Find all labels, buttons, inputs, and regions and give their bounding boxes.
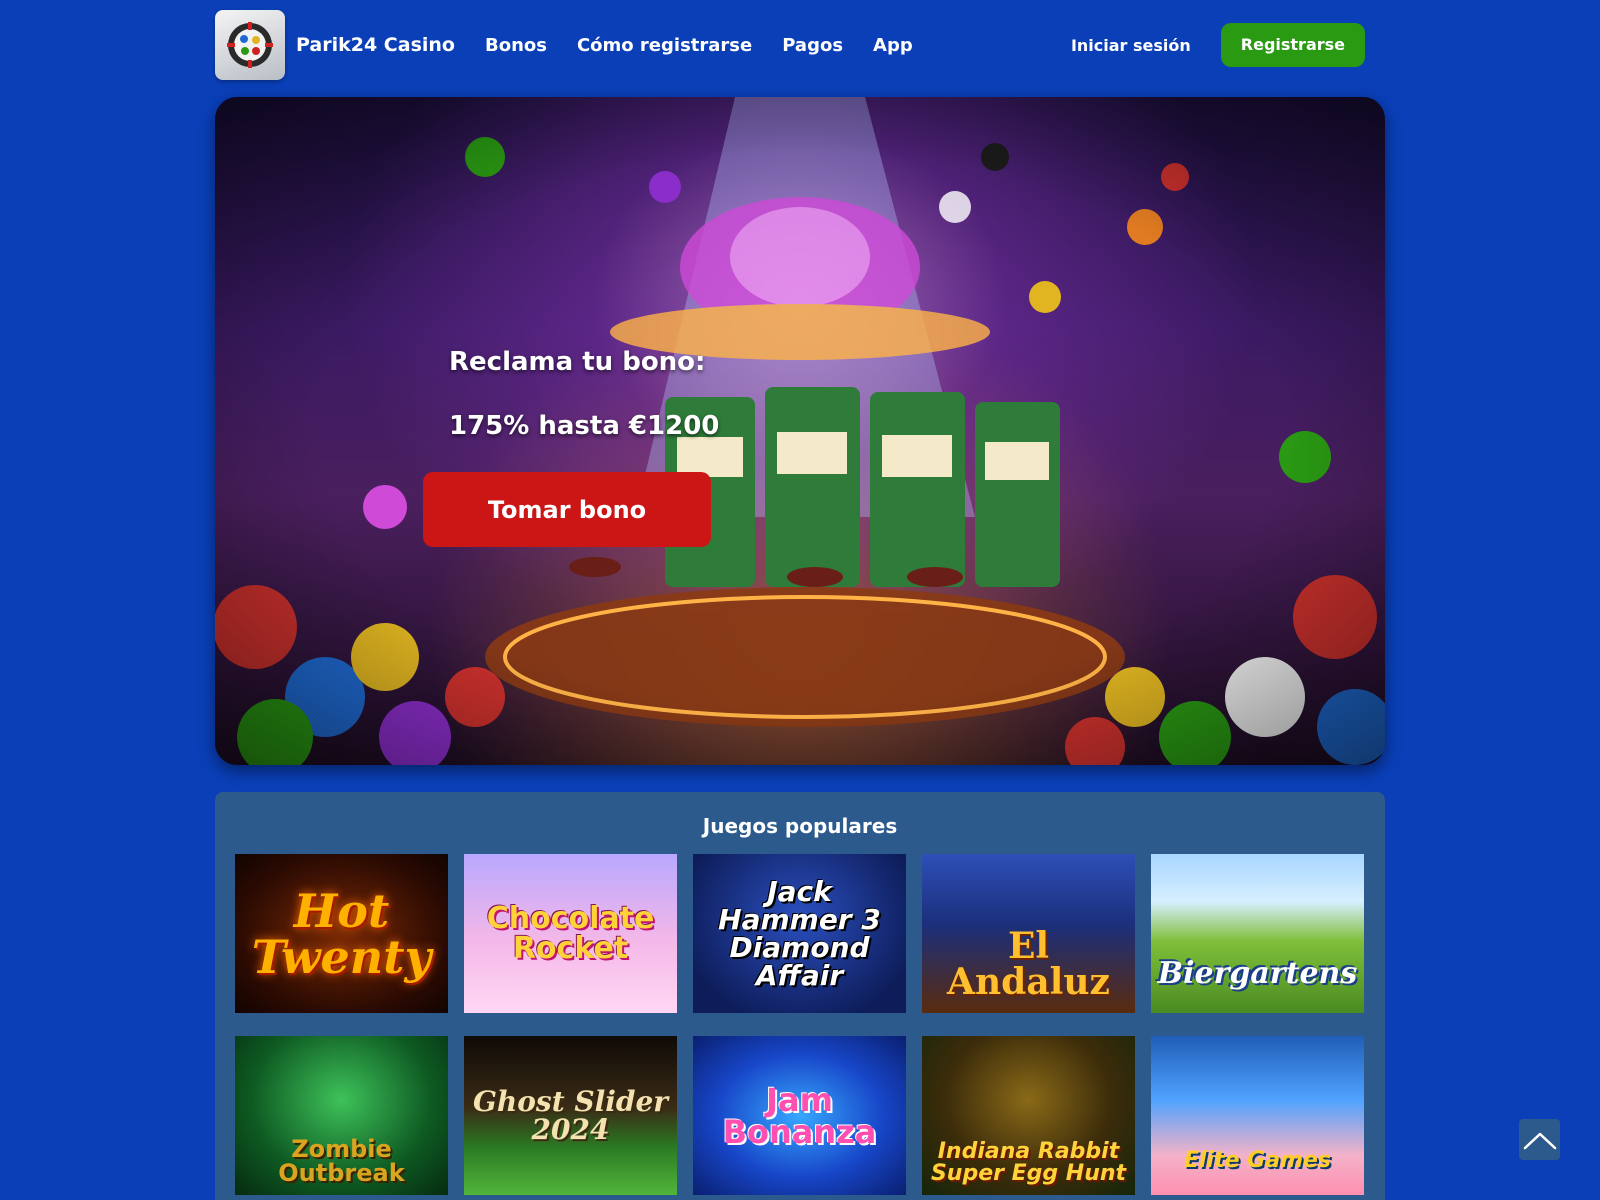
game-title: Zombie Outbreak — [278, 1134, 405, 1187]
scroll-to-top-button[interactable] — [1519, 1119, 1560, 1160]
chevron-up-icon — [1523, 1132, 1556, 1149]
game-title: Indiana Rabbit Super Egg Hunt — [930, 1139, 1127, 1186]
section-title: Juegos populares — [702, 814, 898, 838]
casino-chip-logo-icon[interactable] — [215, 10, 285, 80]
game-tile-zombie-outbreak[interactable]: Zombie Outbreak — [235, 1036, 448, 1195]
game-tile-ghost-slider-2024[interactable]: Ghost Slider 2024 — [464, 1036, 677, 1195]
register-button[interactable]: Registrarse — [1220, 23, 1365, 67]
games-grid: Hot Twenty Chocolate Rocket Jack Hammer … — [235, 854, 1365, 1195]
game-tile-hot-twenty[interactable]: Hot Twenty — [235, 854, 448, 1013]
hero-text-block: Reclama tu bono: 175% hasta €1200 — [449, 347, 720, 441]
nav-item-bonos[interactable]: Bonos — [485, 35, 547, 56]
nav-item-pagos[interactable]: Pagos — [782, 35, 843, 56]
popular-games-section: Juegos populares Hot Twenty Chocolate Ro… — [215, 792, 1385, 1200]
hero-bonus-amount: 175% hasta €1200 — [449, 411, 720, 441]
header-actions: Iniciar sesión Registrarse — [1071, 23, 1365, 67]
game-title: Jam Bonanza — [722, 1080, 877, 1151]
game-title: Ghost Slider 2024 — [472, 1084, 669, 1146]
game-title: Elite Games — [1183, 1147, 1332, 1173]
brand-name[interactable]: Parik24 Casino — [296, 34, 455, 56]
game-tile-jam-bonanza[interactable]: Jam Bonanza — [693, 1036, 906, 1195]
nav-item-como-registrarse[interactable]: Cómo registrarse — [577, 35, 752, 56]
main-nav: Bonos Cómo registrarse Pagos App — [485, 35, 913, 56]
game-tile-indiana-rabbit[interactable]: Indiana Rabbit Super Egg Hunt — [922, 1036, 1135, 1195]
login-link[interactable]: Iniciar sesión — [1071, 36, 1191, 55]
game-tile-chocolate-rocket[interactable]: Chocolate Rocket — [464, 854, 677, 1013]
game-title: Biergartens — [1157, 955, 1358, 991]
take-bonus-button[interactable]: Tomar bono — [423, 472, 711, 547]
game-title: El Andaluz — [947, 924, 1110, 1003]
game-tile-biergartens[interactable]: Biergartens — [1151, 854, 1364, 1013]
nav-item-app[interactable]: App — [873, 35, 913, 56]
game-title: Hot Twenty — [251, 883, 432, 984]
site-header: Parik24 Casino Bonos Cómo registrarse Pa… — [215, 10, 1385, 80]
game-title: Jack Hammer 3 Diamond Affair — [718, 874, 881, 992]
game-title: Chocolate Rocket — [486, 900, 655, 966]
game-tile-jack-hammer-3[interactable]: Jack Hammer 3 Diamond Affair — [693, 854, 906, 1013]
casino-scene-illustration — [215, 97, 1385, 765]
hero-headline: Reclama tu bono: — [449, 347, 706, 377]
game-tile-el-andaluz[interactable]: El Andaluz — [922, 854, 1135, 1013]
hero-banner: Reclama tu bono: 175% hasta €1200 Tomar … — [215, 97, 1385, 765]
game-tile-elite-games[interactable]: Elite Games — [1151, 1036, 1364, 1195]
